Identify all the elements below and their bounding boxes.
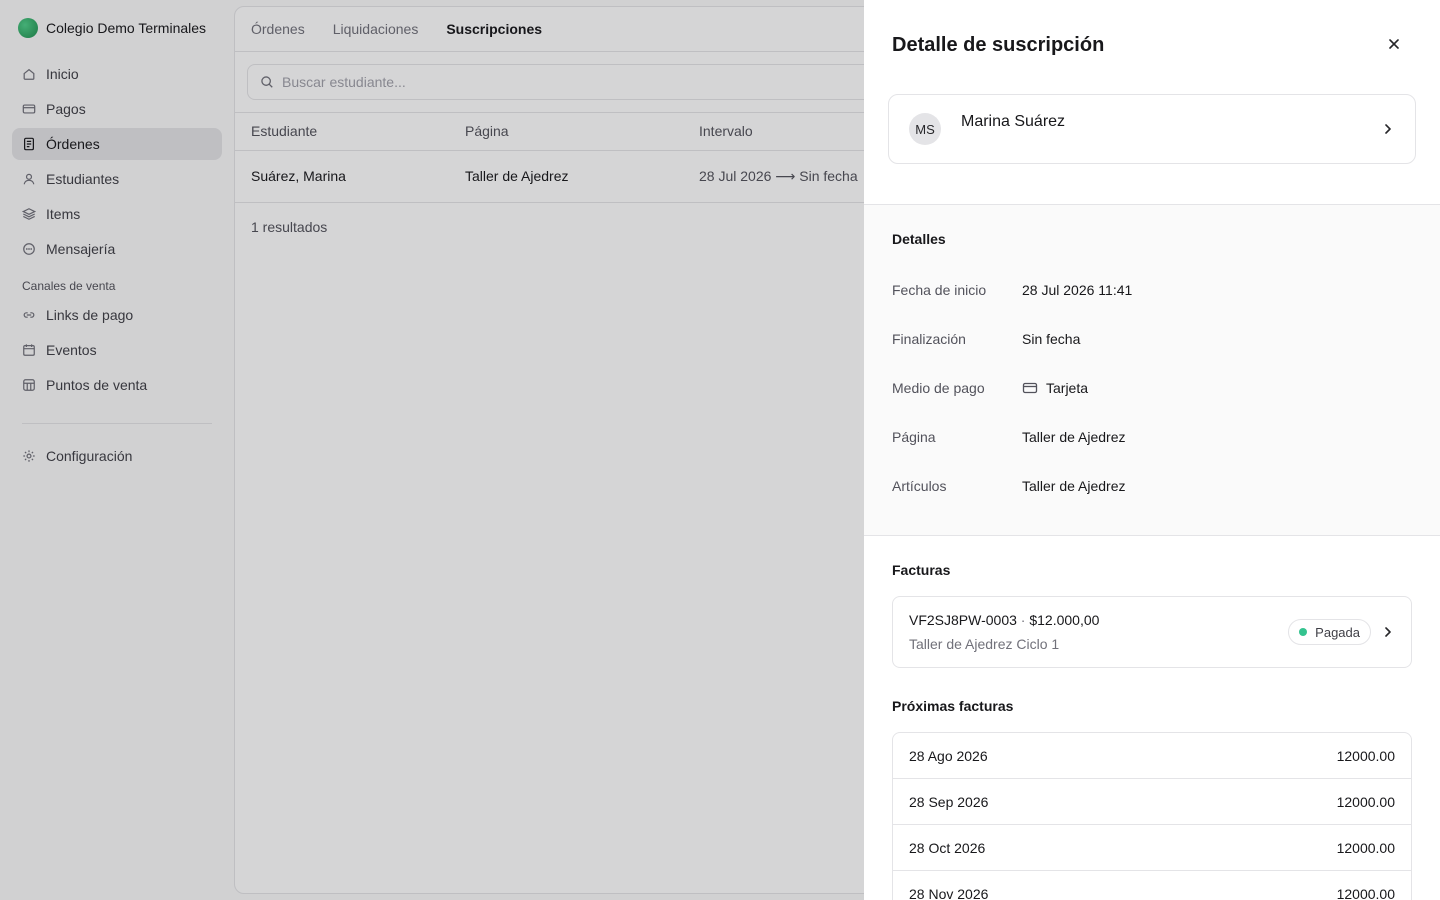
upcoming-date: 28 Sep 2026 xyxy=(909,793,989,810)
invoice-description: Taller de Ajedrez Ciclo 1 xyxy=(909,636,1060,652)
chevron-right-icon xyxy=(1385,124,1391,134)
status-badge: Pagada xyxy=(1288,619,1371,645)
detail-value: Tarjeta xyxy=(1022,380,1088,396)
detail-row-articles: Artículos Taller de Ajedrez xyxy=(892,461,1412,510)
details-title: Detalles xyxy=(892,231,946,247)
upcoming-date: 28 Nov 2026 xyxy=(909,885,989,900)
invoice-info: VF2SJ8PW-0003 · $12.000,00 Taller de Aje… xyxy=(909,612,1288,652)
detail-row-start-date: Fecha de inicio 28 Jul 2026 11:41 xyxy=(892,265,1412,314)
invoice-number: VF2SJ8PW-0003 xyxy=(909,612,1017,628)
invoices-title: Facturas xyxy=(892,562,951,578)
detail-label: Fecha de inicio xyxy=(892,281,987,298)
close-button[interactable] xyxy=(1382,32,1406,56)
invoice-summary: VF2SJ8PW-0003 · $12.000,00 xyxy=(909,612,1288,628)
close-icon xyxy=(1389,39,1399,49)
upcoming-amount: 12000.00 xyxy=(1336,747,1395,764)
customer-name: Marina Suárez xyxy=(961,113,1066,130)
upcoming-date: 28 Oct 2026 xyxy=(909,839,986,856)
drawer-header: Detalle de suscripción xyxy=(864,0,1440,94)
chevron-right-icon xyxy=(1385,627,1391,637)
list-item: 28 Oct 2026 12000.00 xyxy=(893,825,1411,871)
detail-value: Sin fecha xyxy=(1022,330,1081,347)
upcoming-date: 28 Ago 2026 xyxy=(909,747,988,764)
detail-label: Página xyxy=(892,428,936,445)
detail-row-end-date: Finalización Sin fecha xyxy=(892,314,1412,363)
detail-row-payment-method: Medio de pago Tarjeta xyxy=(892,363,1412,412)
details-section: Detalles Fecha de inicio 28 Jul 2026 11:… xyxy=(864,204,1440,536)
status-dot xyxy=(1299,628,1308,636)
upcoming-invoices-list: 28 Ago 2026 12000.00 28 Sep 2026 12000.0… xyxy=(892,732,1412,900)
upcoming-amount: 12000.00 xyxy=(1336,885,1395,900)
details-list: Fecha de inicio 28 Jul 2026 11:41 Finali… xyxy=(892,265,1412,510)
upcoming-amount: 12000.00 xyxy=(1336,839,1395,856)
detail-label: Finalización xyxy=(892,330,966,347)
upcoming-amount: 12000.00 xyxy=(1336,793,1395,810)
list-item: 28 Nov 2026 12000.00 xyxy=(893,871,1411,900)
avatar: MS xyxy=(909,113,941,145)
detail-value: Taller de Ajedrez xyxy=(1022,477,1126,494)
customer-card[interactable]: MS Marina Suárez xyxy=(888,94,1416,164)
list-item: 28 Sep 2026 12000.00 xyxy=(893,779,1411,825)
detail-label: Medio de pago xyxy=(892,379,985,396)
invoices-section: Facturas VF2SJ8PW-0003 · $12.000,00 Tall… xyxy=(864,536,1440,900)
upcoming-invoices-title: Próximas facturas xyxy=(892,698,1014,714)
status-label: Pagada xyxy=(1315,624,1360,640)
invoice-amount: $12.000,00 xyxy=(1029,612,1100,628)
credit-card-icon xyxy=(1022,382,1038,393)
subscription-detail-drawer: Detalle de suscripción MS Marina Suárez … xyxy=(864,0,1440,900)
list-item: 28 Ago 2026 12000.00 xyxy=(893,733,1411,779)
drawer-title: Detalle de suscripción xyxy=(892,34,1105,56)
invoice-card[interactable]: VF2SJ8PW-0003 · $12.000,00 Taller de Aje… xyxy=(892,596,1412,668)
detail-value: Taller de Ajedrez xyxy=(1022,428,1126,445)
payment-method-value: Tarjeta xyxy=(1046,379,1089,396)
detail-row-page: Página Taller de Ajedrez xyxy=(892,412,1412,461)
detail-value: 28 Jul 2026 11:41 xyxy=(1022,281,1133,298)
detail-label: Artículos xyxy=(892,477,947,494)
